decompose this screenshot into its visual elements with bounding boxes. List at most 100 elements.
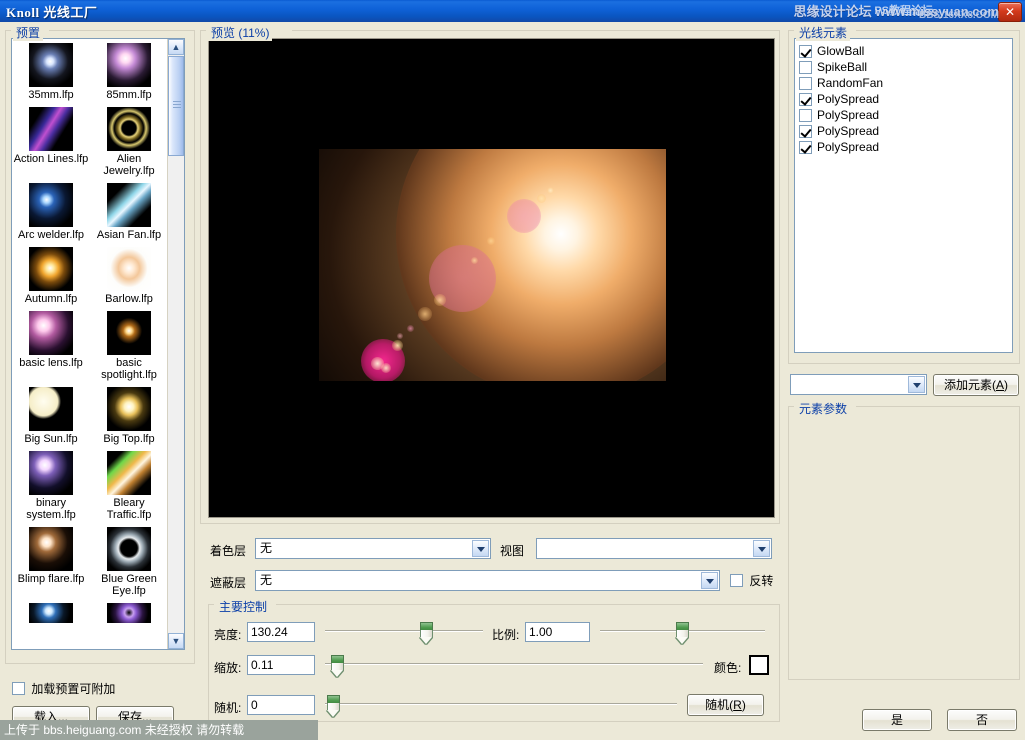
mask-layer-label: 遮蔽层 [210, 576, 247, 590]
chevron-down-icon[interactable] [701, 572, 718, 589]
element-list-item[interactable]: PolySpread [799, 123, 1012, 139]
slider-thumb-tip [331, 670, 343, 677]
frame-line-left [200, 30, 206, 31]
invert-checkbox-row[interactable]: 反转 [730, 572, 773, 589]
element-item-label: PolySpread [817, 124, 880, 138]
preset-item[interactable]: Autumn.lfp [12, 247, 90, 305]
preset-item[interactable]: basic spotlight.lfp [90, 311, 168, 381]
element-enable-checkbox[interactable] [799, 92, 812, 106]
chevron-down-icon[interactable] [908, 376, 925, 393]
lens-flare-render [209, 39, 774, 517]
random-label: 随机: [214, 701, 242, 715]
preset-item[interactable] [90, 603, 168, 625]
preset-item[interactable] [12, 603, 90, 625]
view-label: 视图 [500, 544, 525, 558]
flare-ghost-orb [392, 340, 403, 351]
slider-thumb[interactable] [327, 695, 340, 717]
preset-thumbnail [107, 183, 151, 227]
random-input[interactable]: 0 [247, 695, 315, 715]
color-swatch[interactable] [749, 655, 769, 675]
add-element-combo[interactable] [790, 374, 927, 395]
element-list-item[interactable]: PolySpread [799, 139, 1012, 155]
slider-thumb-tip [327, 710, 339, 717]
element-list-item[interactable]: PolySpread [799, 91, 1012, 107]
scale-input[interactable]: 1.00 [525, 622, 590, 642]
scroll-up-button[interactable]: ▲ [168, 39, 184, 55]
preset-item[interactable]: Barlow.lfp [90, 247, 168, 305]
scale-label: 比例: [492, 628, 520, 642]
element-list-item[interactable]: GlowBall [799, 43, 1012, 59]
preset-item[interactable]: 35mm.lfp [12, 43, 90, 101]
element-enable-checkbox[interactable] [799, 76, 812, 90]
mask-layer-combo[interactable]: 无 [255, 570, 720, 591]
element-list-item[interactable]: RandomFan [799, 75, 1012, 91]
slider-thumb[interactable] [331, 655, 344, 677]
slider-thumb[interactable] [420, 622, 433, 644]
append-preset-checkbox-row[interactable]: 加载预置可附加 [12, 680, 115, 697]
element-enable-checkbox[interactable] [799, 108, 812, 122]
randomize-accel: R [733, 698, 742, 712]
preset-scrollbar[interactable]: ▲ ▼ [167, 39, 184, 649]
preset-item-label: Asian Fan.lfp [96, 229, 162, 241]
append-preset-label: 加载预置可附加 [31, 682, 116, 696]
flare-ghost-orb [418, 307, 432, 321]
scale-slider[interactable] [600, 622, 765, 644]
brightness-slider[interactable] [325, 622, 483, 644]
load-preset-button[interactable]: 载入... [12, 706, 90, 728]
chevron-down-icon: ▼ [171, 636, 181, 646]
preview-canvas[interactable] [208, 38, 775, 518]
element-enable-checkbox[interactable] [799, 44, 812, 58]
preset-item[interactable]: Asian Fan.lfp [90, 183, 168, 241]
scrollbar-thumb[interactable] [168, 56, 184, 156]
scrollbar-grip-icon [173, 101, 181, 110]
preset-item[interactable]: Big Top.lfp [90, 387, 168, 445]
preset-item[interactable]: basic lens.lfp [12, 311, 90, 381]
slider-thumb-tip [420, 637, 432, 644]
preset-thumbnail [29, 527, 73, 571]
random-slider[interactable] [325, 695, 677, 717]
close-button[interactable]: ✕ [998, 2, 1022, 22]
append-preset-checkbox[interactable] [12, 682, 25, 695]
element-enable-checkbox[interactable] [799, 60, 812, 74]
randomize-label: 随机( [705, 698, 734, 712]
preset-item[interactable]: Big Sun.lfp [12, 387, 90, 445]
chevron-down-icon[interactable] [472, 540, 489, 557]
preset-item[interactable]: Blimp flare.lfp [12, 527, 90, 597]
randomize-button[interactable]: 随机(R) [687, 694, 764, 716]
flare-ghost-orb [507, 199, 541, 233]
zoom-input[interactable]: 0.11 [247, 655, 315, 675]
invert-label: 反转 [749, 574, 774, 588]
element-list-item[interactable]: PolySpread [799, 107, 1012, 123]
brightness-input[interactable]: 130.24 [247, 622, 315, 642]
frame-line-right [49, 30, 195, 31]
chevron-down-icon[interactable] [753, 540, 770, 557]
preset-item[interactable]: Bleary Traffic.lfp [90, 451, 168, 521]
preview-panel: 预览 (11%) [200, 24, 780, 524]
zoom-slider[interactable] [325, 655, 703, 677]
elements-list[interactable]: GlowBall SpikeBall RandomFan PolySpread Poly… [794, 38, 1013, 353]
view-combo[interactable] [536, 538, 772, 559]
elements-panel: 光线元素 GlowBall SpikeBall RandomFan PolySprea… [788, 24, 1020, 364]
element-item-label: RandomFan [817, 76, 884, 90]
invert-checkbox[interactable] [730, 574, 743, 587]
ok-button[interactable]: 是 [862, 709, 932, 731]
preset-panel-label: 预置 [13, 24, 44, 41]
preset-item[interactable]: Blue Green Eye.lfp [90, 527, 168, 597]
preset-item[interactable]: binary system.lfp [12, 451, 90, 521]
preset-list[interactable]: 35mm.lfp 85mm.lfp Action Lines.lfp Alien Je… [11, 38, 185, 650]
cancel-button[interactable]: 否 [947, 709, 1017, 731]
slider-thumb[interactable] [676, 622, 689, 644]
save-preset-button[interactable]: 保存... [96, 706, 174, 728]
add-element-label: 添加元素( [943, 378, 996, 392]
preset-item[interactable]: 85mm.lfp [90, 43, 168, 101]
preset-item[interactable]: Arc welder.lfp [12, 183, 90, 241]
element-enable-checkbox[interactable] [799, 140, 812, 154]
element-list-item[interactable]: SpikeBall [799, 59, 1012, 75]
flare-ghost-orb [397, 333, 403, 339]
preset-item[interactable]: Action Lines.lfp [12, 107, 90, 177]
element-enable-checkbox[interactable] [799, 124, 812, 138]
colorize-layer-combo[interactable]: 无 [255, 538, 491, 559]
preset-item[interactable]: Alien Jewelry.lfp [90, 107, 168, 177]
scroll-down-button[interactable]: ▼ [168, 633, 184, 649]
add-element-button[interactable]: 添加元素(A) [933, 374, 1019, 396]
